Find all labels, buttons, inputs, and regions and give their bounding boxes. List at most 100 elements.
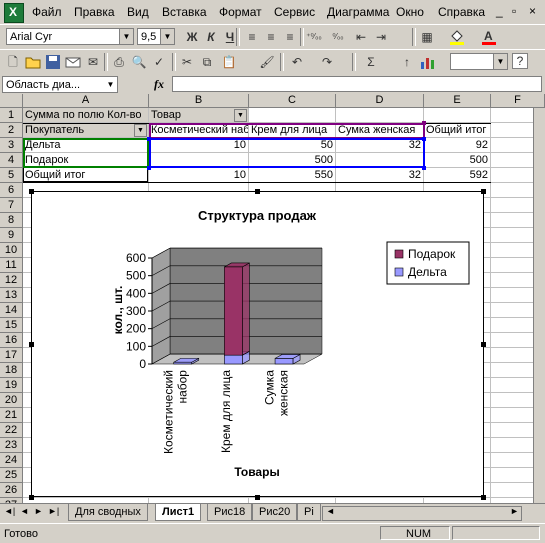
- pivot-grand-total-label[interactable]: Общий итог: [23, 168, 149, 183]
- row-header-15[interactable]: 15: [0, 318, 23, 333]
- chevron-down-icon[interactable]: ▼: [160, 29, 174, 44]
- row-header-9[interactable]: 9: [0, 228, 23, 243]
- row-header-11[interactable]: 11: [0, 258, 23, 273]
- pivot-total-cell[interactable]: 592: [424, 168, 491, 183]
- minimize-icon[interactable]: _: [496, 4, 503, 18]
- pivot-header-cell[interactable]: Косметический набор: [149, 123, 249, 138]
- sheet-tab[interactable]: Для сводных: [68, 504, 148, 521]
- borders-icon[interactable]: ▦: [418, 28, 436, 46]
- align-left-icon[interactable]: ≡: [243, 28, 261, 46]
- align-right-icon[interactable]: ≡: [281, 28, 299, 46]
- column-header-c[interactable]: C: [249, 94, 336, 108]
- resize-handle[interactable]: [29, 495, 34, 500]
- excel-icon[interactable]: X: [4, 3, 24, 23]
- pivot-value-cell[interactable]: 32: [336, 138, 424, 153]
- pivot-total-cell[interactable]: 10: [149, 168, 249, 183]
- menu-edit[interactable]: Правка: [74, 5, 115, 19]
- pivot-row-label[interactable]: Дельта: [23, 138, 149, 153]
- menu-view[interactable]: Вид: [127, 5, 149, 19]
- column-header-b[interactable]: B: [149, 94, 249, 108]
- prev-sheet-icon[interactable]: ◄: [20, 506, 29, 516]
- pivot-data-field[interactable]: Сумма по полю Кол-во: [23, 108, 149, 123]
- font-color-icon[interactable]: A: [480, 28, 498, 46]
- new-document-icon[interactable]: 🗋: [4, 53, 22, 71]
- chart-wizard-icon[interactable]: [418, 53, 436, 71]
- pivot-total-cell[interactable]: 500: [424, 153, 491, 168]
- pivot-value-cell[interactable]: [149, 153, 249, 168]
- resize-handle[interactable]: [29, 342, 34, 347]
- copy-icon[interactable]: ⧉: [198, 53, 216, 71]
- row-header-26[interactable]: 26: [0, 483, 23, 498]
- redo-icon[interactable]: ↷: [318, 53, 336, 71]
- paste-icon[interactable]: 📋: [220, 53, 238, 71]
- pivot-total-cell[interactable]: 92: [424, 138, 491, 153]
- row-header-1[interactable]: 1: [0, 108, 23, 123]
- resize-handle[interactable]: [29, 189, 34, 194]
- chevron-down-icon[interactable]: ▼: [104, 77, 117, 92]
- sheet-tab[interactable]: Рис18: [207, 504, 253, 521]
- menu-window[interactable]: Окно: [396, 5, 424, 19]
- pivot-header-cell[interactable]: Сумка женская: [336, 123, 424, 138]
- row-header-20[interactable]: 20: [0, 393, 23, 408]
- help-icon[interactable]: ?: [512, 53, 528, 69]
- resize-handle[interactable]: [481, 342, 486, 347]
- row-header-12[interactable]: 12: [0, 273, 23, 288]
- scroll-right-icon[interactable]: ►: [510, 506, 519, 516]
- menu-help[interactable]: Справка: [438, 5, 485, 19]
- pivot-value-cell[interactable]: 50: [249, 138, 336, 153]
- grid-cell[interactable]: [424, 108, 491, 123]
- cut-icon[interactable]: ✂: [178, 53, 196, 71]
- row-header-23[interactable]: 23: [0, 438, 23, 453]
- pivot-total-cell[interactable]: 32: [336, 168, 424, 183]
- column-header-e[interactable]: E: [424, 94, 491, 108]
- vertical-scrollbar[interactable]: [533, 108, 545, 503]
- row-header-22[interactable]: 22: [0, 423, 23, 438]
- decrease-decimal-button[interactable]: ⁰⁄₀₀: [329, 28, 347, 46]
- menu-file[interactable]: Файл: [32, 5, 62, 19]
- menu-format[interactable]: Формат: [219, 5, 262, 19]
- row-header-24[interactable]: 24: [0, 453, 23, 468]
- row-header-17[interactable]: 17: [0, 348, 23, 363]
- permission-icon[interactable]: [64, 53, 82, 71]
- menu-chart[interactable]: Диаграмма: [327, 5, 389, 19]
- bold-button[interactable]: Ж: [183, 28, 201, 46]
- row-header-21[interactable]: 21: [0, 408, 23, 423]
- save-icon[interactable]: [44, 53, 62, 71]
- scroll-left-icon[interactable]: ◄: [326, 506, 335, 516]
- row-header-8[interactable]: 8: [0, 213, 23, 228]
- row-header-14[interactable]: 14: [0, 303, 23, 318]
- range-handle[interactable]: [147, 137, 151, 141]
- first-sheet-icon[interactable]: ◄|: [4, 506, 15, 516]
- spelling-icon[interactable]: ✓: [150, 53, 168, 71]
- select-all-corner[interactable]: [0, 94, 23, 108]
- row-header-25[interactable]: 25: [0, 468, 23, 483]
- chevron-down-icon[interactable]: ▼: [234, 109, 247, 122]
- pivot-header-cell[interactable]: Общий итог: [424, 123, 491, 138]
- row-header-3[interactable]: 3: [0, 138, 23, 153]
- row-header-19[interactable]: 19: [0, 378, 23, 393]
- sheet-tab[interactable]: Рі: [297, 504, 321, 521]
- align-center-icon[interactable]: ≡: [262, 28, 280, 46]
- pivot-row-label[interactable]: Подарок: [23, 153, 149, 168]
- range-handle[interactable]: [147, 166, 151, 170]
- zoom-select[interactable]: ▼: [450, 53, 508, 70]
- row-header-2[interactable]: 2: [0, 123, 23, 138]
- open-folder-icon[interactable]: [24, 53, 42, 71]
- bar[interactable]: [224, 354, 243, 365]
- grid-cell[interactable]: [336, 108, 424, 123]
- email-icon[interactable]: ✉: [84, 53, 102, 71]
- bar[interactable]: [274, 358, 294, 365]
- chevron-down-icon[interactable]: ▼: [134, 124, 147, 137]
- restore-icon[interactable]: ▫: [512, 4, 516, 18]
- close-icon[interactable]: ×: [529, 4, 536, 18]
- row-header-10[interactable]: 10: [0, 243, 23, 258]
- resize-handle[interactable]: [255, 495, 260, 500]
- grid-cell[interactable]: [249, 108, 336, 123]
- undo-icon[interactable]: ↶: [288, 53, 306, 71]
- pivot-total-cell[interactable]: 550: [249, 168, 336, 183]
- column-header-a[interactable]: A: [23, 94, 149, 108]
- font-name-select[interactable]: Arial Cyr ▼: [6, 28, 134, 45]
- next-sheet-icon[interactable]: ►: [34, 506, 43, 516]
- format-painter-icon[interactable]: 🖌: [258, 53, 276, 71]
- resize-handle[interactable]: [481, 189, 486, 194]
